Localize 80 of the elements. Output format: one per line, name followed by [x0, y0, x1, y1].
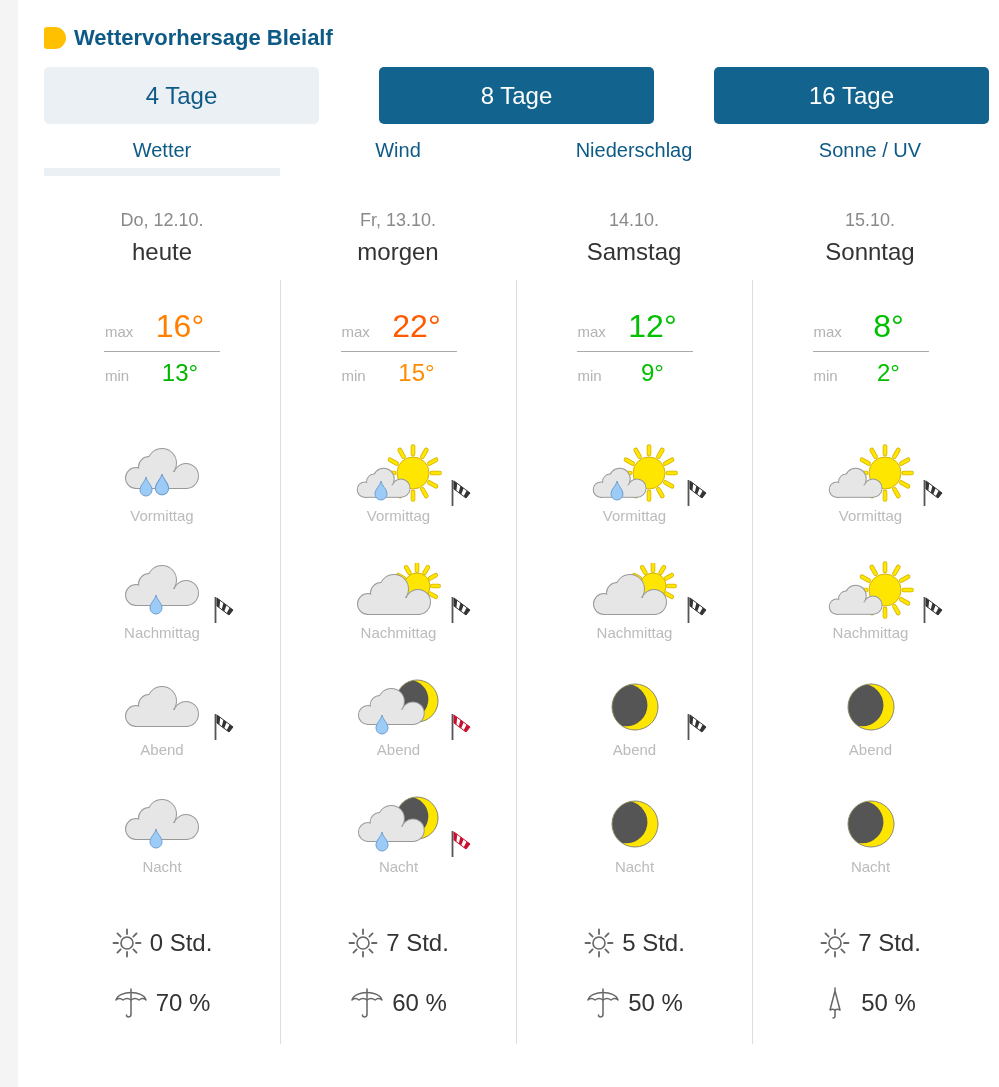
day-date: Fr, 13.10.: [359, 209, 436, 231]
day-name: heute: [131, 237, 193, 267]
day-name: morgen: [357, 237, 439, 267]
moon-cloud-rain-icon: [357, 796, 440, 852]
sun-icon: [111, 928, 142, 958]
day-date: Do, 12.10.: [120, 209, 204, 231]
max-temperature: 8°: [872, 307, 905, 345]
period-label: Vormittag: [366, 506, 431, 526]
sun-cloud-rain-icon: [591, 444, 678, 502]
moon-icon: [846, 800, 895, 848]
sun-behind-cloud-icon: [355, 563, 442, 617]
sun-cloud-icon: [827, 561, 914, 619]
day-name: Sonntag: [825, 237, 915, 267]
rain-cloud-icon: [124, 564, 200, 616]
marker-icon: [44, 27, 66, 49]
period-label: Abend: [140, 740, 184, 760]
sunshine-hours: 7 Std.: [386, 929, 449, 957]
sun-icon: [820, 928, 851, 958]
cloud-icon: [124, 685, 200, 729]
precipitation-chance: 60 %: [392, 989, 447, 1017]
umbrella-icon: [586, 988, 621, 1018]
max-temperature: 12°: [627, 307, 678, 345]
period-label: Abend: [612, 740, 657, 760]
page-title: Wettervorhersage Bleialf: [74, 24, 333, 52]
day-name: Samstag: [586, 237, 682, 267]
period-label: Nacht: [850, 857, 891, 877]
moon-icon: [610, 800, 659, 848]
min-label: min: [576, 367, 603, 384]
min-label: min: [340, 367, 367, 384]
day-date: 14.10.: [608, 209, 659, 231]
precipitation-chance: 50 %: [628, 989, 683, 1017]
period-label: Nachmittag: [596, 623, 673, 643]
period-label: Abend: [376, 740, 421, 760]
min-temperature: 9°: [640, 358, 665, 388]
sunshine-hours: 0 Std.: [149, 929, 213, 957]
max-temperature: 16°: [154, 307, 206, 345]
period-label: Nacht: [614, 857, 655, 877]
period-label: Vormittag: [602, 506, 667, 526]
max-label: max: [104, 323, 135, 340]
tab[interactable]: Wetter: [44, 126, 280, 176]
max-temperature: 22°: [391, 307, 442, 345]
period-label: Nachmittag: [124, 623, 200, 643]
period-label: Nacht: [378, 857, 419, 877]
max-label: max: [576, 323, 607, 340]
max-label: max: [812, 323, 843, 340]
day-date: 15.10.: [844, 209, 895, 231]
sun-cloud-rain-icon: [355, 444, 442, 502]
period-label: Nachmittag: [832, 623, 909, 643]
moon-cloud-rain-icon: [357, 679, 440, 735]
sunshine-hours: 5 Std.: [622, 929, 685, 957]
rain-cloud-icon: [124, 798, 200, 850]
min-temperature: 15°: [397, 358, 436, 388]
precipitation-chance: 70 %: [155, 989, 211, 1017]
sun-icon: [348, 928, 379, 958]
sun-behind-cloud-icon: [591, 563, 678, 617]
period-label: Nacht: [142, 857, 182, 877]
min-label: min: [104, 367, 131, 384]
tab[interactable]: Wind: [280, 126, 516, 176]
rain-cloud-icon: [124, 447, 200, 499]
max-label: max: [340, 323, 371, 340]
sun-cloud-icon: [827, 444, 914, 502]
min-temperature: 2°: [876, 358, 901, 388]
sun-icon: [584, 928, 615, 958]
range-button[interactable]: 8 Tage: [379, 67, 654, 124]
period-label: Vormittag: [838, 506, 903, 526]
moon-icon: [610, 683, 659, 731]
precipitation-chance: 50 %: [861, 989, 916, 1017]
umbrella-icon: [113, 988, 148, 1018]
umbrella-icon: [350, 988, 385, 1018]
sunshine-hours: 7 Std.: [858, 929, 921, 957]
range-button[interactable]: 16 Tage: [714, 67, 989, 124]
period-label: Nachmittag: [360, 623, 437, 643]
min-temperature: 13°: [160, 358, 200, 388]
period-label: Abend: [848, 740, 893, 760]
period-label: Vormittag: [130, 506, 194, 526]
moon-icon: [846, 683, 895, 731]
min-label: min: [812, 367, 839, 384]
tab[interactable]: Sonne / UV: [752, 126, 988, 176]
tab[interactable]: Niederschlag: [516, 126, 752, 176]
range-button[interactable]: 4 Tage: [44, 67, 319, 124]
